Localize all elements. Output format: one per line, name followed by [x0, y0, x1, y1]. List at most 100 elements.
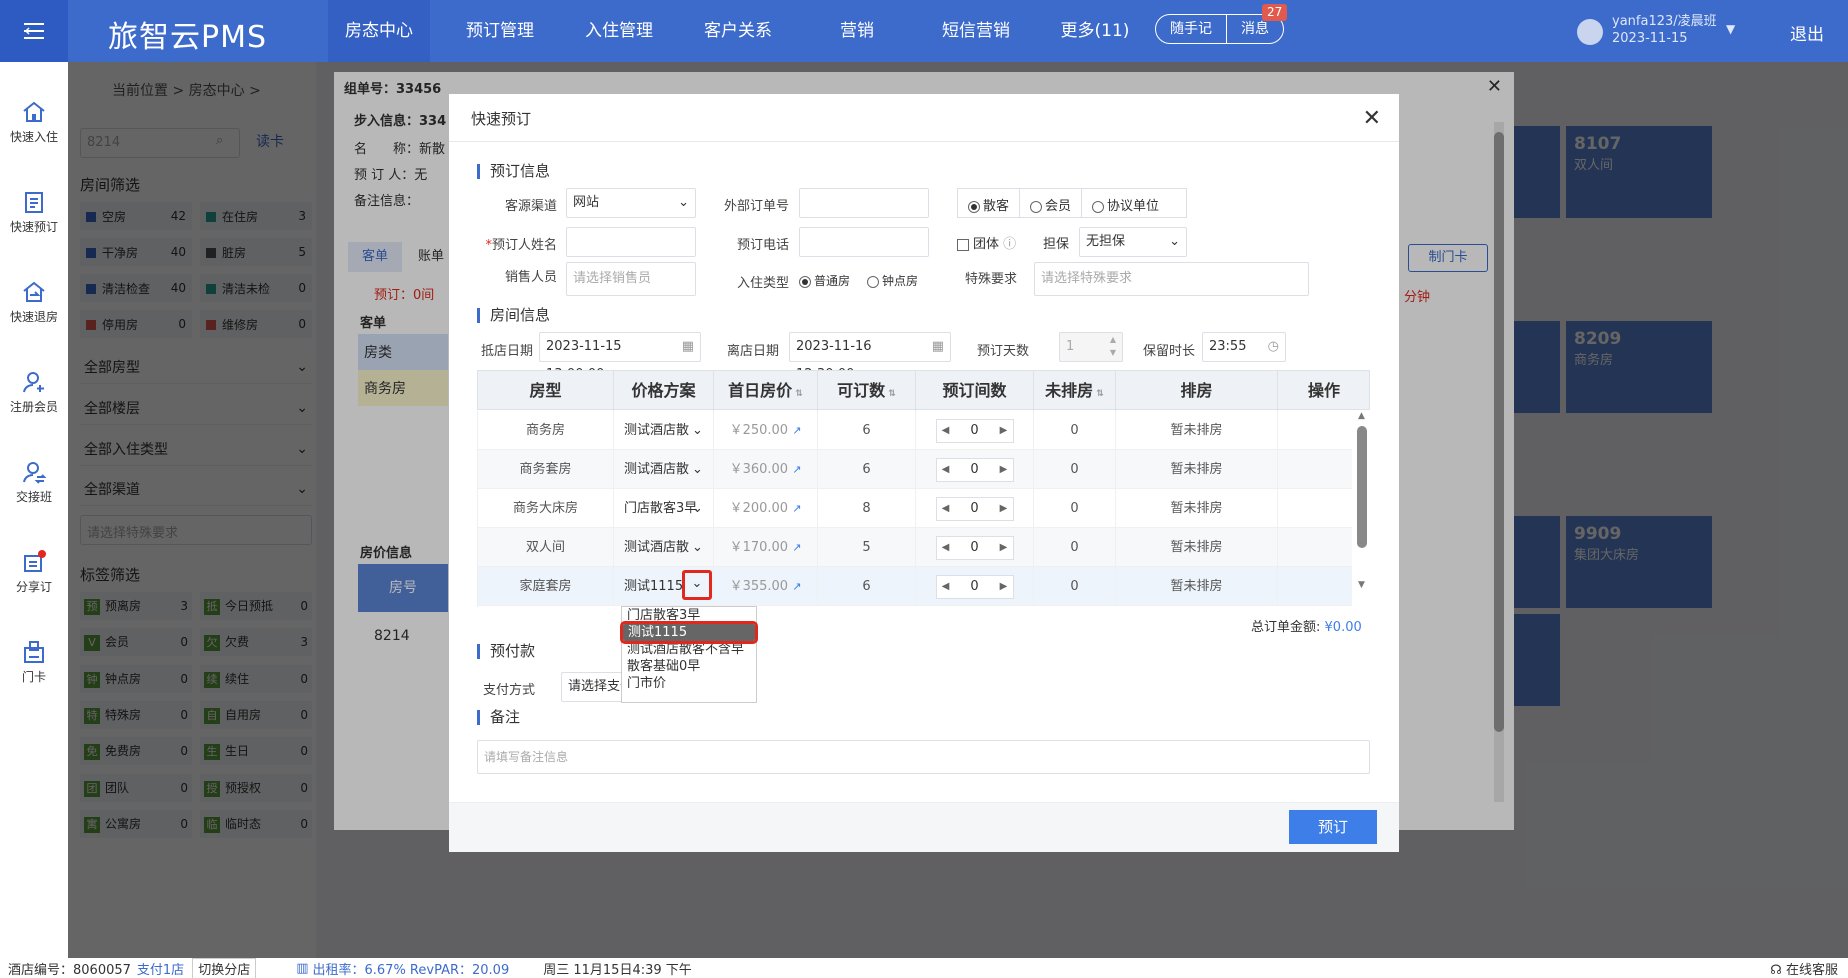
rail-door-card[interactable]: 门卡	[0, 640, 68, 685]
phone-input[interactable]	[799, 227, 929, 257]
spin-arrows-icon[interactable]: ▲ ▼	[1110, 333, 1116, 361]
increment-icon[interactable]: ▶	[995, 528, 1013, 567]
col-available[interactable]: 可订数 ⇅	[818, 371, 916, 411]
increment-icon[interactable]: ▶	[995, 411, 1013, 450]
col-unassigned[interactable]: 未排房 ⇅	[1034, 371, 1116, 411]
rail-register-member[interactable]: 注册会员	[0, 370, 68, 415]
user-info[interactable]: yanfa123/凌晨班 2023-11-15	[1612, 13, 1717, 47]
days-stepper[interactable]: 1 ▲ ▼	[1059, 332, 1123, 362]
rail-shift-handover[interactable]: 交接班	[0, 460, 68, 505]
submit-booking-button[interactable]: 预订	[1289, 810, 1377, 844]
keep-time-input[interactable]: 23:55 ◷	[1202, 332, 1286, 362]
col-first-day-price[interactable]: 首日房价 ⇅	[714, 371, 818, 411]
decrement-icon[interactable]: ◀	[937, 567, 955, 606]
notes-button[interactable]: 随手记	[1156, 15, 1226, 43]
source-select[interactable]: 网站 ⌄	[566, 188, 696, 218]
nav-more[interactable]: 更多(11)	[1045, 0, 1145, 62]
plan-option[interactable]: 门市价	[622, 675, 756, 692]
cell-assign[interactable]: 暂未排房	[1116, 567, 1278, 606]
quantity-stepper[interactable]: ◀ 0 ▶	[935, 574, 1014, 599]
plan-select[interactable]: 测试1115 ⌄	[614, 567, 714, 606]
nav-sms[interactable]: 短信营销	[926, 0, 1026, 62]
guest-type-walkin[interactable]: 散客	[958, 189, 1021, 217]
logout-button[interactable]: 退出	[1790, 20, 1824, 45]
rail-quick-booking[interactable]: 快速预订	[0, 190, 68, 235]
nav-marketing[interactable]: 营销	[807, 0, 907, 62]
scroll-down-icon[interactable]: ▼	[1353, 580, 1370, 590]
guest-type-corporate[interactable]: 协议单位	[1082, 189, 1169, 217]
edit-link-icon[interactable]: ↗	[792, 580, 801, 593]
sales-input[interactable]: 请选择销售员	[566, 262, 696, 296]
plan-select[interactable]: 测试酒店散 ⌄	[614, 450, 714, 489]
plan-select[interactable]: 测试酒店散 ⌄	[614, 528, 714, 567]
nav-checkin[interactable]: 入住管理	[569, 0, 669, 62]
chevron-down-icon[interactable]: ⌄	[692, 450, 703, 489]
cell-assign[interactable]: 暂未排房	[1116, 411, 1278, 450]
edit-link-icon[interactable]: ↗	[792, 502, 801, 515]
sort-icon[interactable]: ⇅	[885, 389, 896, 399]
chevron-down-icon[interactable]: ▼	[1726, 22, 1735, 36]
guarantee-select[interactable]: 无担保 ⌄	[1079, 227, 1187, 257]
close-icon[interactable]: ✕	[1363, 106, 1381, 131]
table-row[interactable]: 家庭套房 测试1115 ⌄ ￥355.00 ↗ 6 ◀ 0 ▶ 0 暂未排房	[478, 567, 1352, 606]
quantity-stepper[interactable]: ◀ 0 ▶	[935, 418, 1014, 443]
rail-quick-checkout[interactable]: 快速退房	[0, 280, 68, 325]
info-icon[interactable]: ⓘ	[1003, 237, 1016, 252]
increment-icon[interactable]: ▶	[995, 567, 1013, 606]
chevron-down-icon[interactable]: ⌄	[682, 570, 712, 600]
sort-icon[interactable]: ⇅	[792, 389, 803, 399]
plan-option[interactable]: 散客基础0早	[622, 658, 756, 675]
rail-quick-checkin[interactable]: 快速入住	[0, 100, 68, 145]
edit-link-icon[interactable]: ↗	[792, 424, 801, 437]
edit-link-icon[interactable]: ↗	[792, 463, 801, 476]
edit-link-icon[interactable]: ↗	[792, 541, 801, 554]
table-scrollbar[interactable]: ▲ ▼	[1353, 411, 1370, 607]
cell-assign[interactable]: 暂未排房	[1116, 528, 1278, 567]
arrive-date-input[interactable]: 2023-11-15 13:00:00 ▦	[539, 332, 701, 382]
quantity-stepper[interactable]: ◀ 0 ▶	[935, 496, 1014, 521]
decrement-icon[interactable]: ◀	[937, 450, 955, 489]
cell-assign[interactable]: 暂未排房	[1116, 489, 1278, 528]
nav-reservations[interactable]: 预订管理	[450, 0, 550, 62]
table-row[interactable]: 商务大床房 门店散客3早 ⌄ ￥200.00 ↗ 8 ◀ 0 ▶ 0 暂未排房	[478, 489, 1352, 528]
booker-name-input[interactable]	[566, 227, 696, 257]
scroll-up-icon[interactable]: ▲	[1353, 411, 1370, 421]
chevron-down-icon[interactable]: ⌄	[692, 489, 703, 528]
nav-room-status[interactable]: 房态中心	[328, 0, 430, 62]
table-row[interactable]: 商务房 测试酒店散 ⌄ ￥250.00 ↗ 6 ◀ 0 ▶ 0 暂未排房	[478, 411, 1352, 450]
plan-option-selected[interactable]: 测试1115	[620, 621, 758, 644]
online-support[interactable]: ☊ 在线客服	[1770, 959, 1838, 978]
table-row[interactable]: 双人间 测试酒店散 ⌄ ￥170.00 ↗ 5 ◀ 0 ▶ 0 暂未排房	[478, 528, 1352, 567]
increment-icon[interactable]: ▶	[995, 489, 1013, 528]
avatar[interactable]	[1577, 19, 1603, 45]
remark-input[interactable]: 请填写备注信息	[477, 740, 1370, 774]
switch-store-button[interactable]: 切换分店	[192, 957, 257, 978]
checkin-type-hourly[interactable]: 钟点房	[867, 272, 918, 289]
decrement-icon[interactable]: ◀	[937, 528, 955, 567]
decrement-icon[interactable]: ◀	[937, 489, 955, 528]
checkin-type-normal[interactable]: 普通房	[799, 272, 850, 289]
plan-option[interactable]: 门店散客3早	[622, 607, 756, 624]
plan-select[interactable]: 测试酒店散 ⌄	[614, 411, 714, 450]
special-request-input[interactable]: 请选择特殊要求	[1034, 262, 1309, 296]
nav-crm[interactable]: 客户关系	[688, 0, 788, 62]
chevron-down-icon[interactable]: ⌄	[692, 411, 703, 450]
quantity-stepper[interactable]: ◀ 0 ▶	[935, 535, 1014, 560]
cell-assign[interactable]: 暂未排房	[1116, 450, 1278, 489]
table-row[interactable]: 商务套房 测试酒店散 ⌄ ￥360.00 ↗ 6 ◀ 0 ▶ 0 暂未排房	[478, 450, 1352, 489]
pay-store-link[interactable]: 支付1店	[137, 959, 184, 978]
chevron-down-icon[interactable]: ⌄	[692, 528, 703, 567]
quantity-stepper[interactable]: ◀ 0 ▶	[935, 457, 1014, 482]
plan-option[interactable]: 测试酒店散客不含早	[622, 641, 756, 658]
menu-toggle-button[interactable]	[0, 0, 68, 62]
ext-order-input[interactable]	[799, 188, 929, 218]
group-checkbox[interactable]: 团体 ⓘ	[957, 233, 1016, 252]
plan-select[interactable]: 门店散客3早 ⌄	[614, 489, 714, 528]
sort-icon[interactable]: ⇅	[1093, 389, 1104, 399]
rail-share-booking[interactable]: 分享订	[0, 550, 68, 595]
leave-date-input[interactable]: 2023-11-16 12:30:00 ▦	[789, 332, 951, 382]
guest-type-member[interactable]: 会员	[1020, 189, 1083, 217]
scrollbar-thumb[interactable]	[1356, 426, 1367, 548]
decrement-icon[interactable]: ◀	[937, 411, 955, 450]
increment-icon[interactable]: ▶	[995, 450, 1013, 489]
